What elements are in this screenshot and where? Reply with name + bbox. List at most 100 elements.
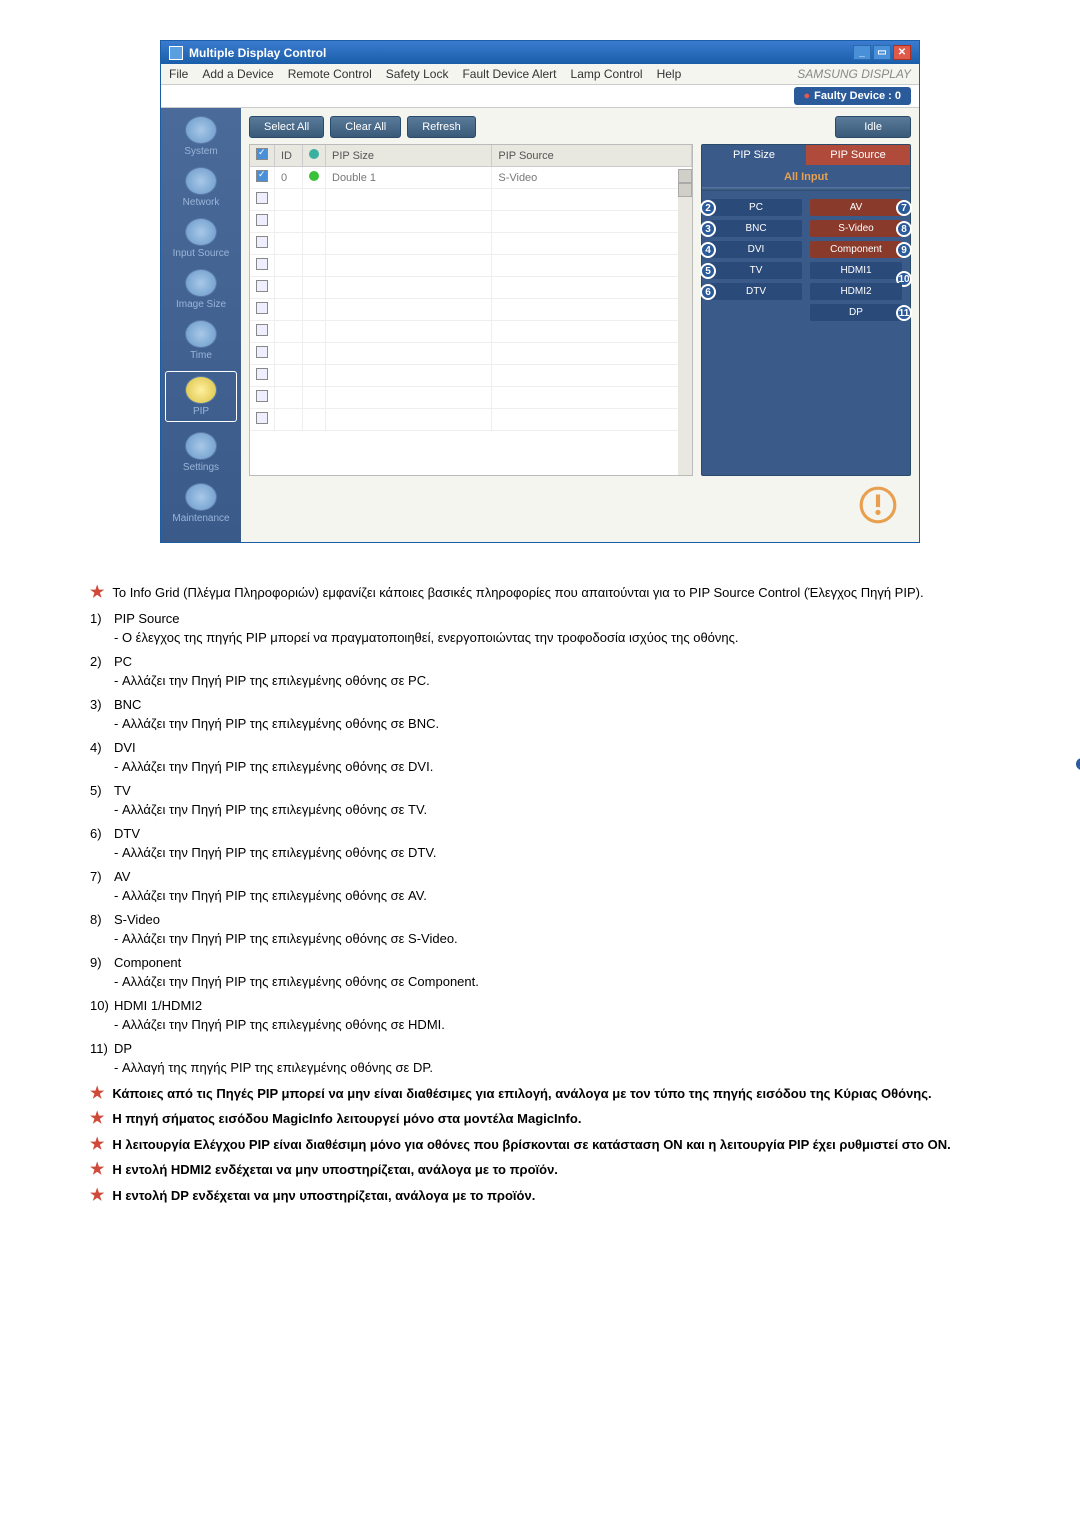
callout-8: 8 (896, 221, 912, 237)
maintenance-icon (185, 483, 217, 511)
minimize-button[interactable]: _ (853, 45, 871, 60)
list-item: 6)DTV- Αλλάζει την Πηγή PIP της επιλεγμέ… (90, 824, 990, 863)
list-item: 2)PC- Αλλάζει την Πηγή PIP της επιλεγμέν… (90, 652, 990, 691)
table-row[interactable] (250, 255, 692, 277)
header-checkbox[interactable] (256, 148, 268, 160)
list-item: 8)S-Video- Αλλάζει την Πηγή PIP της επιλ… (90, 910, 990, 949)
btn-bnc[interactable]: 3BNC (710, 220, 802, 237)
row-checkbox[interactable] (256, 258, 268, 270)
menu-fault-alert[interactable]: Fault Device Alert (462, 67, 556, 81)
star-icon: ★ (90, 1084, 104, 1104)
star-icon: ★ (90, 1186, 104, 1206)
cell-pip-size: Double 1 (326, 167, 492, 189)
description-list: 1)PIP Source- Ο έλεγχος της πηγής PIP μπ… (90, 609, 990, 1078)
row-checkbox[interactable] (256, 192, 268, 204)
sidebar-item-network[interactable]: Network (165, 167, 237, 208)
star-icon: ★ (90, 583, 104, 603)
row-checkbox[interactable] (256, 390, 268, 402)
menu-add-device[interactable]: Add a Device (202, 67, 273, 81)
select-all-button[interactable]: Select All (249, 116, 324, 138)
table-row[interactable] (250, 299, 692, 321)
star-icon: ★ (90, 1160, 104, 1180)
pip-source-panel: PIP Size PIP Source1 All Input 2PC AV7 3… (701, 144, 911, 476)
sidebar-item-settings[interactable]: Settings (165, 432, 237, 473)
row-checkbox[interactable] (256, 324, 268, 336)
sidebar-item-maintenance[interactable]: Maintenance (165, 483, 237, 524)
table-row[interactable] (250, 387, 692, 409)
table-row[interactable] (250, 343, 692, 365)
faulty-device-badge[interactable]: Faulty Device : 0 (794, 87, 911, 105)
note-intro: ★ Το Info Grid (Πλέγμα Πληροφοριών) εμφα… (90, 583, 990, 603)
star-icon: ★ (90, 1109, 104, 1129)
divider (702, 187, 910, 191)
clear-all-button[interactable]: Clear All (330, 116, 401, 138)
menu-lamp-control[interactable]: Lamp Control (571, 67, 643, 81)
callout-5: 5 (700, 263, 716, 279)
menu-safety-lock[interactable]: Safety Lock (386, 67, 449, 81)
btn-hdmi1[interactable]: HDMI110 (810, 262, 902, 279)
warning-item: ★Η εντολή HDMI2 ενδέχεται να μην υποστηρ… (90, 1160, 990, 1180)
col-pip-source: PIP Source (492, 145, 692, 167)
btn-svideo[interactable]: S-Video8 (810, 220, 902, 237)
callout-1: 1 (1074, 756, 1080, 772)
row-checkbox[interactable] (256, 236, 268, 248)
menu-bar: File Add a Device Remote Control Safety … (161, 64, 919, 85)
idle-button[interactable]: Idle (835, 116, 911, 138)
list-item: 1)PIP Source- Ο έλεγχος της πηγής PIP μπ… (90, 609, 990, 648)
row-checkbox[interactable] (256, 170, 268, 182)
status-header-icon (309, 149, 319, 159)
refresh-button[interactable]: Refresh (407, 116, 476, 138)
tab-pip-source[interactable]: PIP Source1 (806, 145, 910, 165)
window-title: Multiple Display Control (189, 46, 326, 60)
table-row[interactable] (250, 321, 692, 343)
table-row[interactable] (250, 409, 692, 431)
btn-pc[interactable]: 2PC (710, 199, 802, 216)
image-size-icon (185, 269, 217, 297)
btn-component[interactable]: Component9 (810, 241, 902, 258)
table-row[interactable] (250, 233, 692, 255)
btn-dvi[interactable]: 4DVI (710, 241, 802, 258)
time-icon (185, 320, 217, 348)
sidebar-item-system[interactable]: System (165, 116, 237, 157)
row-checkbox[interactable] (256, 280, 268, 292)
btn-dp[interactable]: DP11 (810, 304, 902, 321)
table-row[interactable] (250, 277, 692, 299)
document-content: ★ Το Info Grid (Πλέγμα Πληροφοριών) εμφα… (90, 583, 990, 1205)
row-checkbox[interactable] (256, 214, 268, 226)
table-row[interactable]: 0 Double 1 S-Video (250, 167, 692, 189)
btn-hdmi2[interactable]: HDMI2 (810, 283, 902, 300)
row-checkbox[interactable] (256, 302, 268, 314)
tab-pip-size[interactable]: PIP Size (702, 145, 806, 165)
list-item: 9)Component- Αλλάζει την Πηγή PIP της επ… (90, 953, 990, 992)
menu-remote-control[interactable]: Remote Control (288, 67, 372, 81)
table-row[interactable] (250, 365, 692, 387)
close-button[interactable]: ✕ (893, 45, 911, 60)
row-checkbox[interactable] (256, 412, 268, 424)
sidebar-item-time[interactable]: Time (165, 320, 237, 361)
btn-av[interactable]: AV7 (810, 199, 902, 216)
grid-scrollbar[interactable] (678, 169, 692, 475)
network-icon (185, 167, 217, 195)
sidebar-item-input-source[interactable]: Input Source (165, 218, 237, 259)
system-icon (185, 116, 217, 144)
table-row[interactable] (250, 211, 692, 233)
warning-item: ★Η πηγή σήματος εισόδου MagicInfo λειτου… (90, 1109, 990, 1129)
maximize-button[interactable]: ▭ (873, 45, 891, 60)
empty-cell (710, 304, 802, 321)
sidebar-item-pip[interactable]: PIP (165, 371, 237, 422)
section-all-input: All Input (702, 165, 910, 185)
table-row[interactable] (250, 189, 692, 211)
menu-file[interactable]: File (169, 67, 188, 81)
menu-help[interactable]: Help (657, 67, 682, 81)
btn-dtv[interactable]: 6DTV (710, 283, 802, 300)
row-checkbox[interactable] (256, 346, 268, 358)
sidebar-item-image-size[interactable]: Image Size (165, 269, 237, 310)
row-checkbox[interactable] (256, 368, 268, 380)
btn-tv[interactable]: 5TV (710, 262, 802, 279)
warning-item: ★Η εντολή DP ενδέχεται να μην υποστηρίζε… (90, 1186, 990, 1206)
list-item: 10)HDMI 1/HDMI2- Αλλάζει την Πηγή PIP τη… (90, 996, 990, 1035)
col-pip-size: PIP Size (326, 145, 492, 167)
callout-7: 7 (896, 200, 912, 216)
input-source-icon (185, 218, 217, 246)
warning-item: ★Κάποιες από τις Πηγές PIP μπορεί να μην… (90, 1084, 990, 1104)
